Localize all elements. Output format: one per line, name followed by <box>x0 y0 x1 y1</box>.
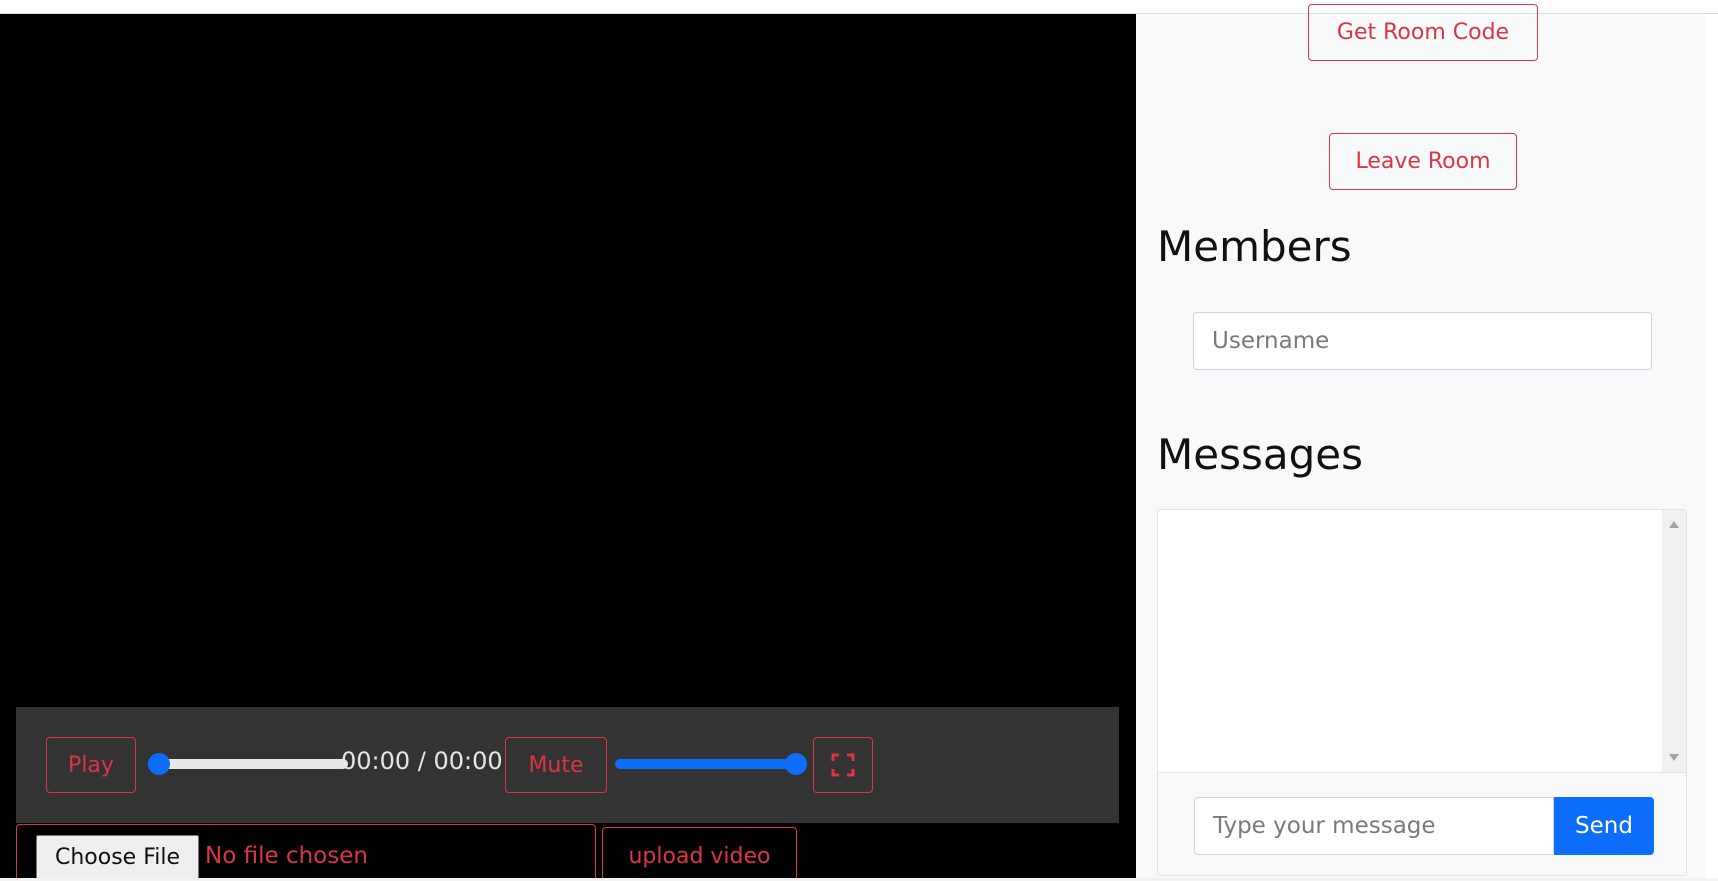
get-room-code-button[interactable]: Get Room Code <box>1308 4 1538 61</box>
scroll-down-arrow-icon[interactable] <box>1669 754 1679 761</box>
username-input[interactable] <box>1193 312 1652 370</box>
messages-list[interactable] <box>1158 510 1662 772</box>
fullscreen-button[interactable] <box>813 737 873 793</box>
upload-video-button[interactable]: upload video <box>602 827 797 878</box>
time-display: 00:00 / 00:00 <box>341 747 503 775</box>
chat-input-row: Send <box>1158 772 1686 875</box>
play-button[interactable]: Play <box>46 737 136 793</box>
message-input[interactable] <box>1194 797 1554 855</box>
leave-room-button[interactable]: Leave Room <box>1329 133 1517 190</box>
room-sidebar: Get Room Code Leave Room Members Message… <box>1136 4 1706 878</box>
messages-heading: Messages <box>1157 430 1363 479</box>
chat-panel: Send <box>1157 509 1687 876</box>
members-heading: Members <box>1157 222 1352 271</box>
mute-button[interactable]: Mute <box>505 737 607 793</box>
send-button[interactable]: Send <box>1554 797 1654 855</box>
seek-slider-thumb[interactable] <box>148 753 170 775</box>
file-input[interactable]: Choose File No file chosen <box>16 824 596 878</box>
video-player[interactable]: Play 00:00 / 00:00 Mute Choose File No f… <box>0 14 1136 878</box>
page-scrollbar[interactable] <box>1706 14 1718 878</box>
scroll-up-arrow-icon[interactable] <box>1669 521 1679 528</box>
volume-slider[interactable] <box>615 753 807 775</box>
volume-slider-thumb[interactable] <box>785 753 807 775</box>
fullscreen-icon <box>831 753 855 777</box>
choose-file-button[interactable]: Choose File <box>36 835 199 878</box>
video-controls-bar: Play 00:00 / 00:00 Mute <box>16 707 1119 823</box>
messages-scrollbar[interactable] <box>1662 510 1686 772</box>
file-status-text: No file chosen <box>205 843 368 869</box>
seek-slider[interactable] <box>148 753 348 775</box>
